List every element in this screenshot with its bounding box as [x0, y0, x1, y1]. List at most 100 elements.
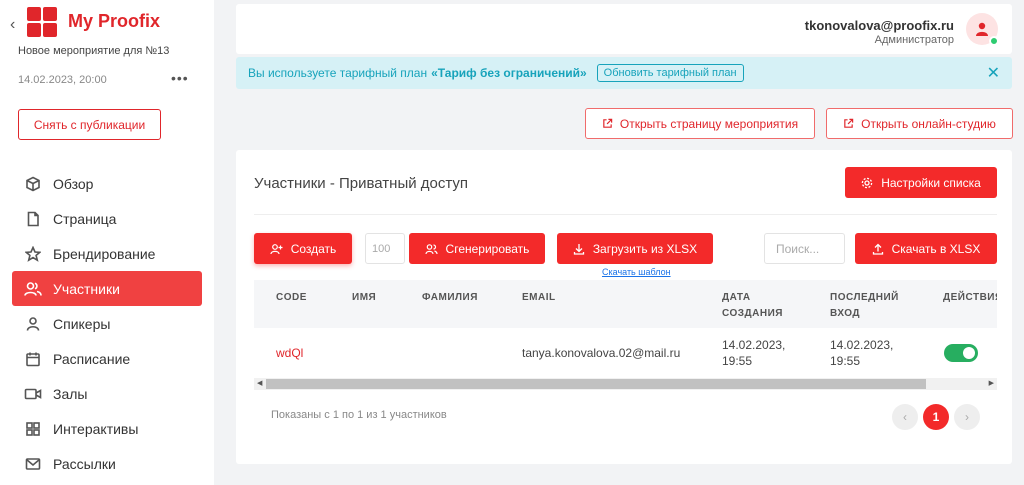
column-header-created[interactable]: ДАТА СОЗДАНИЯ	[722, 290, 783, 322]
open-studio-button[interactable]: Открыть онлайн-студию	[826, 108, 1013, 139]
create-button[interactable]: Создать	[254, 233, 352, 264]
sidebar-item-label: Расписание	[53, 350, 131, 367]
sidebar-item-label: Рассылки	[53, 455, 116, 472]
event-name: Новое мероприятие для №13	[18, 45, 170, 57]
sidebar-item-label: Страница	[53, 210, 117, 227]
generate-button[interactable]: Сгенерировать	[409, 233, 545, 264]
column-header-line: ДАТА	[722, 292, 751, 303]
file-icon	[24, 210, 42, 228]
search-input[interactable]: Поиск...	[764, 233, 845, 264]
plan-name: «Тариф без ограничений»	[431, 66, 587, 80]
created-date: 14.02.2023,	[722, 338, 786, 352]
mail-icon	[24, 455, 42, 473]
button-label: Настройки списка	[881, 175, 981, 190]
scroll-left-icon[interactable]: ◀	[257, 378, 262, 390]
scroll-right-icon[interactable]: ▶	[989, 378, 994, 390]
last-login-date: 14.02.2023,	[830, 338, 894, 352]
external-link-icon	[603, 118, 613, 128]
sidebar-item-label: Участники	[53, 280, 120, 297]
last-login-time: 19:55	[830, 354, 861, 368]
user-icon	[24, 315, 42, 333]
button-label: Загрузить из XLSX	[592, 241, 698, 256]
column-header-code[interactable]: CODE	[276, 290, 307, 306]
download-template-link[interactable]: Скачать шаблон	[602, 267, 671, 277]
column-header-actions: ДЕЙСТВИЯ	[943, 292, 997, 303]
divider	[254, 214, 997, 215]
button-label: Открыть страницу мероприятия	[619, 116, 799, 131]
button-label: Открыть онлайн-студию	[861, 116, 996, 131]
sidebar-item-label: Спикеры	[53, 315, 111, 332]
column-header-last-login[interactable]: ПОСЛЕДНИЙ ВХОД	[830, 290, 899, 322]
user-email[interactable]: tkonovalova@proofix.ru	[805, 18, 954, 33]
sidebar-item-schedule[interactable]: Расписание	[12, 341, 202, 376]
calendar-icon	[24, 350, 42, 368]
column-header-name[interactable]: ИМЯ	[352, 290, 376, 306]
page-1-button[interactable]: 1	[923, 404, 949, 430]
sidebar-item-mailings[interactable]: Рассылки	[12, 446, 202, 481]
table-row: wdQl tanya.konovalova.02@mail.ru 14.02.2…	[254, 328, 997, 378]
sidebar-nav: Обзор Страница Брендирование Участники С…	[12, 166, 202, 481]
brand-name: My Proofix	[68, 11, 161, 31]
sidebar-item-label: Обзор	[53, 175, 94, 192]
column-header-line: ПОСЛЕДНИЙ	[830, 292, 899, 303]
button-label: Сгенерировать	[445, 241, 530, 256]
sidebar-item-overview[interactable]: Обзор	[12, 166, 202, 201]
online-status-dot	[989, 36, 999, 46]
sidebar-item-page[interactable]: Страница	[12, 201, 202, 236]
sidebar-item-speakers[interactable]: Спикеры	[12, 306, 202, 341]
upload-icon	[872, 243, 883, 255]
user-icon	[976, 22, 988, 36]
sidebar-item-halls[interactable]: Залы	[12, 376, 202, 411]
column-header-email[interactable]: EMAIL	[522, 290, 556, 306]
upgrade-plan-button[interactable]: Обновить тарифный план	[596, 64, 744, 82]
grid-icon	[24, 420, 42, 438]
sidebar-item-label: Интерактивы	[53, 420, 139, 437]
user-role: Администратор	[874, 34, 954, 46]
participant-email: tanya.konovalova.02@mail.ru	[522, 346, 681, 360]
horizontal-scrollbar[interactable]: ◀ ▶	[254, 378, 997, 390]
pagination-summary: Показаны с 1 по 1 из 1 участников	[271, 409, 447, 421]
participants-card: Участники - Приватный доступ Настройки с…	[236, 150, 1012, 464]
plan-banner: Вы используете тарифный план «Тариф без …	[236, 57, 1012, 89]
column-header-line: СОЗДАНИЯ	[722, 308, 783, 319]
table-header: CODE ИМЯ ФАМИЛИЯ EMAIL ДАТА СОЗДАНИЯ ПОС…	[254, 280, 997, 328]
sidebar: ‹ My Proofix Новое мероприятие для №13 1…	[0, 0, 214, 485]
upload-xlsx-button[interactable]: Загрузить из XLSX	[557, 233, 713, 264]
column-header-surname[interactable]: ФАМИЛИЯ	[422, 290, 478, 306]
created-time: 19:55	[722, 354, 753, 368]
participant-last-login: 14.02.2023, 19:55	[830, 337, 893, 369]
participant-created: 14.02.2023, 19:55	[722, 337, 785, 369]
download-icon	[573, 243, 584, 255]
external-link-icon	[844, 118, 854, 128]
sidebar-item-branding[interactable]: Брендирование	[12, 236, 202, 271]
more-icon[interactable]: •••	[171, 70, 189, 86]
next-page-button[interactable]: ›	[954, 404, 980, 430]
video-icon	[24, 385, 42, 403]
prev-page-button[interactable]: ‹	[892, 404, 918, 430]
add-user-icon	[270, 243, 283, 254]
cube-icon	[24, 175, 42, 193]
top-header: tkonovalova@proofix.ru Администратор	[236, 4, 1012, 54]
scrollbar-thumb[interactable]	[266, 379, 926, 389]
page-title: Участники - Приватный доступ	[254, 175, 469, 192]
star-icon	[24, 245, 42, 263]
sidebar-item-label: Залы	[53, 385, 88, 402]
chevron-left-icon[interactable]: ‹	[10, 16, 15, 34]
list-settings-button[interactable]: Настройки списка	[845, 167, 997, 198]
download-xlsx-button[interactable]: Скачать в XLSX	[855, 233, 997, 264]
participant-code[interactable]: wdQl	[276, 345, 303, 361]
avatar[interactable]	[966, 13, 999, 46]
button-label: Создать	[290, 241, 337, 256]
gear-icon	[861, 177, 873, 188]
logo	[27, 7, 57, 37]
unpublish-button[interactable]: Снять с публикации	[18, 109, 161, 140]
sidebar-item-participants[interactable]: Участники	[12, 271, 202, 306]
event-date: 14.02.2023, 20:00	[18, 74, 107, 86]
users-icon	[424, 243, 438, 254]
column-header-line: ВХОД	[830, 308, 861, 319]
participant-enabled-toggle[interactable]	[944, 344, 978, 362]
open-event-page-button[interactable]: Открыть страницу мероприятия	[585, 108, 815, 139]
generate-count-input[interactable]: 100	[365, 233, 405, 264]
close-icon[interactable]: ✕	[987, 63, 1000, 83]
sidebar-item-interactives[interactable]: Интерактивы	[12, 411, 202, 446]
